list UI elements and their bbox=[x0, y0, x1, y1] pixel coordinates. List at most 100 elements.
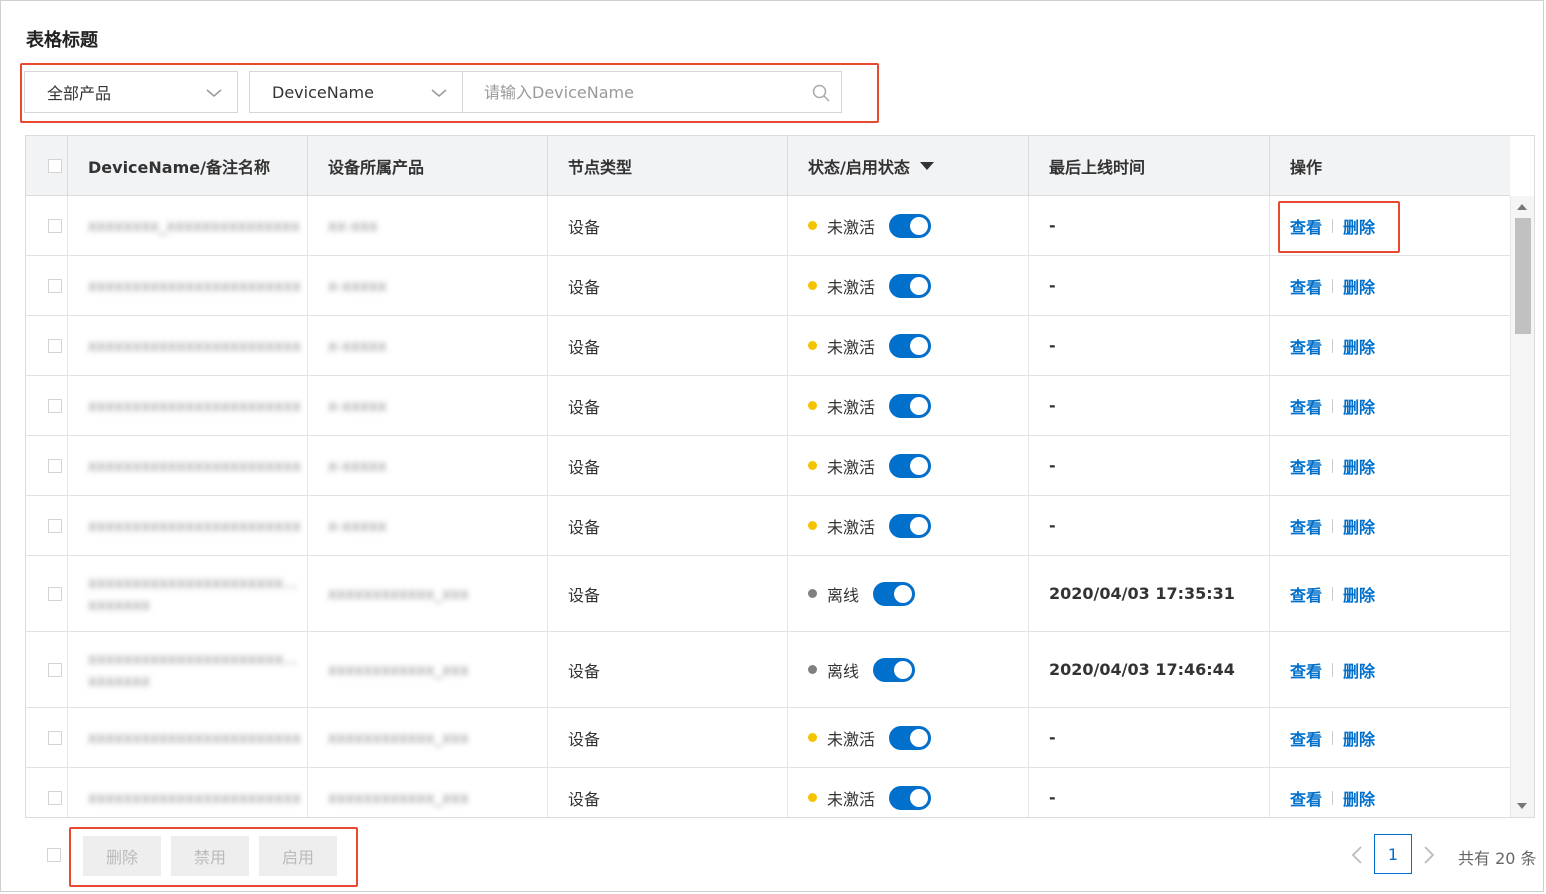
status-text: 未激活 bbox=[827, 457, 876, 477]
status-dot bbox=[808, 401, 817, 410]
device-name-cell: xxxxxxxxxxxxxxxxxxxxxx... xxxxxxx bbox=[68, 632, 308, 707]
last-online-cell: 2020/04/03 17:35:31 bbox=[1029, 556, 1270, 631]
toggle-knob bbox=[894, 660, 913, 679]
row-checkbox[interactable] bbox=[48, 662, 62, 677]
row-select-cell bbox=[26, 196, 68, 255]
view-link[interactable]: 查看 bbox=[1290, 334, 1322, 358]
status-text: 未激活 bbox=[827, 789, 876, 809]
delete-link[interactable]: 删除 bbox=[1343, 334, 1375, 358]
header-actions: 操作 bbox=[1290, 157, 1323, 177]
status-cell: 未激活 bbox=[788, 768, 1029, 817]
row-checkbox[interactable] bbox=[48, 790, 62, 805]
node-type: 设备 bbox=[568, 277, 601, 297]
product-name: x-xxxxx bbox=[328, 396, 387, 415]
delete-link[interactable]: 删除 bbox=[1343, 726, 1375, 750]
row-checkbox[interactable] bbox=[48, 338, 62, 353]
header-status[interactable]: 状态/启用状态 bbox=[788, 136, 1029, 195]
last-online-cell: - bbox=[1029, 256, 1270, 315]
enable-toggle[interactable] bbox=[873, 581, 916, 606]
last-online-time: 2020/04/03 17:46:44 bbox=[1049, 660, 1235, 679]
last-online-time: - bbox=[1049, 396, 1056, 415]
view-link[interactable]: 查看 bbox=[1290, 454, 1322, 478]
scroll-down-icon[interactable] bbox=[1517, 803, 1527, 809]
scroll-thumb[interactable] bbox=[1515, 218, 1531, 334]
device-name[interactable]: xxxxxxxxxxxxxxxxxxxxxxxx bbox=[88, 335, 301, 357]
node-type-cell: 设备 bbox=[548, 496, 788, 555]
scroll-up-icon[interactable] bbox=[1517, 204, 1527, 210]
view-link[interactable]: 查看 bbox=[1290, 514, 1322, 538]
view-link[interactable]: 查看 bbox=[1290, 582, 1322, 606]
view-link[interactable]: 查看 bbox=[1290, 658, 1322, 682]
status-cell: 未激活 bbox=[788, 256, 1029, 315]
delete-link[interactable]: 删除 bbox=[1343, 514, 1375, 538]
enable-toggle[interactable] bbox=[889, 213, 932, 238]
delete-link[interactable]: 删除 bbox=[1343, 454, 1375, 478]
select-all-checkbox[interactable] bbox=[48, 158, 62, 173]
total-count: 共有 20 条 bbox=[1458, 849, 1537, 868]
prev-page-icon[interactable] bbox=[1349, 845, 1365, 865]
enable-toggle[interactable] bbox=[889, 453, 932, 478]
enable-toggle[interactable] bbox=[889, 393, 932, 418]
node-type: 设备 bbox=[568, 517, 601, 537]
device-name[interactable]: xxxxxxxxxxxxxxxxxxxxxxxx bbox=[88, 275, 301, 297]
node-type-cell: 设备 bbox=[548, 768, 788, 817]
view-link[interactable]: 查看 bbox=[1290, 274, 1322, 298]
view-link[interactable]: 查看 bbox=[1290, 726, 1322, 750]
last-online-time: - bbox=[1049, 456, 1056, 475]
view-link[interactable]: 查看 bbox=[1290, 394, 1322, 418]
last-online-time: - bbox=[1049, 216, 1056, 235]
row-checkbox[interactable] bbox=[48, 730, 62, 745]
device-name[interactable]: xxxxxxxxxxxxxxxxxxxxxxxx bbox=[88, 515, 301, 537]
status-text: 离线 bbox=[827, 661, 860, 681]
row-checkbox[interactable] bbox=[48, 278, 62, 293]
delete-link[interactable]: 删除 bbox=[1343, 786, 1375, 810]
view-link[interactable]: 查看 bbox=[1290, 786, 1322, 810]
enable-toggle[interactable] bbox=[889, 513, 932, 538]
last-online-time: - bbox=[1049, 788, 1056, 807]
device-name[interactable]: xxxxxxxxxxxxxxxxxxxxxxxx bbox=[88, 787, 301, 809]
row-checkbox[interactable] bbox=[48, 218, 62, 233]
device-name[interactable]: xxxxxxxx_xxxxxxxxxxxxxxx bbox=[88, 215, 300, 237]
footer-select-all-checkbox[interactable] bbox=[47, 848, 61, 862]
delete-link[interactable]: 删除 bbox=[1343, 274, 1375, 298]
row-checkbox[interactable] bbox=[48, 586, 62, 601]
enable-toggle[interactable] bbox=[889, 785, 932, 810]
delete-link[interactable]: 删除 bbox=[1343, 658, 1375, 682]
actions-cell: 查看 删除 bbox=[1270, 496, 1510, 555]
device-name[interactable]: xxxxxxxxxxxxxxxxxxxxxxxx bbox=[88, 455, 301, 477]
product-name: xxxxxxxxxxxx_xxx bbox=[328, 728, 469, 747]
product-cell: x-xxxxx bbox=[308, 436, 548, 495]
device-name[interactable]: xxxxxxxxxxxxxxxxxxxxxxxx bbox=[88, 395, 301, 417]
enable-toggle[interactable] bbox=[889, 273, 932, 298]
toggle-knob bbox=[910, 216, 929, 235]
device-name[interactable]: xxxxxxxxxxxxxxxxxxxxxxxx bbox=[88, 727, 301, 749]
product-name: x-xxxxx bbox=[328, 276, 387, 295]
device-name[interactable]: xxxxxxxxxxxxxxxxxxxxxx... bbox=[88, 572, 298, 594]
node-type-cell: 设备 bbox=[548, 376, 788, 435]
delete-link[interactable]: 删除 bbox=[1343, 582, 1375, 606]
device-name[interactable]: xxxxxxxxxxxxxxxxxxxxxx... bbox=[88, 648, 298, 670]
next-page-icon[interactable] bbox=[1421, 845, 1437, 865]
enable-toggle[interactable] bbox=[889, 333, 932, 358]
action-divider bbox=[1332, 730, 1334, 745]
delete-link[interactable]: 删除 bbox=[1343, 394, 1375, 418]
status-cell: 未激活 bbox=[788, 436, 1029, 495]
enable-toggle[interactable] bbox=[889, 725, 932, 750]
row-checkbox[interactable] bbox=[48, 398, 62, 413]
toggle-knob bbox=[910, 728, 929, 747]
device-name-cell: xxxxxxxxxxxxxxxxxxxxxxxx bbox=[68, 768, 308, 817]
row-checkbox[interactable] bbox=[48, 518, 62, 533]
table-row: xxxxxxxxxxxxxxxxxxxxxxxx x-xxxxx 设备 未激活 - 查看删… bbox=[26, 376, 1510, 436]
caret-down-icon[interactable] bbox=[919, 161, 934, 171]
status-dot bbox=[808, 281, 817, 290]
enable-toggle[interactable] bbox=[873, 657, 916, 682]
vertical-scrollbar[interactable] bbox=[1510, 196, 1534, 817]
last-online-time: - bbox=[1049, 728, 1056, 747]
header-name: DeviceName/备注名称 bbox=[68, 136, 308, 195]
product-cell: x-xxxxx bbox=[308, 496, 548, 555]
row-checkbox[interactable] bbox=[48, 458, 62, 473]
node-type: 设备 bbox=[568, 729, 601, 749]
page-number-current[interactable]: 1 bbox=[1374, 834, 1412, 874]
toggle-knob bbox=[910, 788, 929, 807]
status-cell: 未激活 bbox=[788, 496, 1029, 555]
